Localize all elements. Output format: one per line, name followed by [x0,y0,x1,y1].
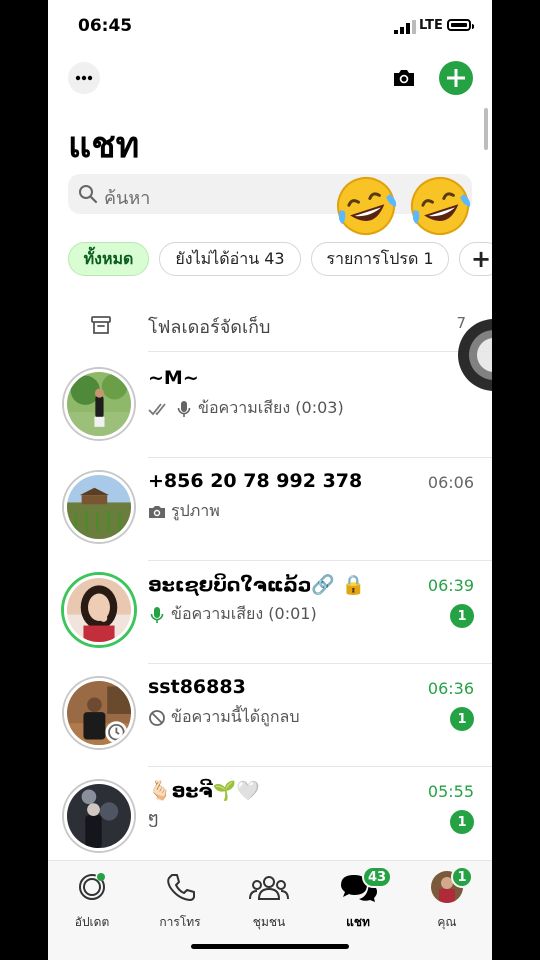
laughing-emoji-icon [411,177,471,235]
chat-name: ອະເຊຍບິດໃຈແລ້ວ🔗 🔒 [148,574,366,596]
avatar [64,369,134,439]
tab-label: แชท [346,915,370,929]
laughing-emoji-icon [337,177,397,235]
preview-text: ໆ [148,808,159,827]
chat-preview: ข้อความเสียง (0:03) [148,396,344,421]
unread-badge: 1 [450,604,474,628]
tab-communities[interactable]: ชุมชน [229,869,309,939]
tab-updates[interactable]: อัปเดต [52,869,132,939]
archived-count: 7 [456,314,466,332]
chat-row[interactable]: +856 20 78 992 378 06:06 รูปภาพ [48,458,492,561]
avatar [64,472,134,542]
plus-icon [447,69,465,87]
new-chat-button[interactable] [439,61,473,95]
communities-icon [249,876,289,900]
chat-row[interactable]: ອະເຊຍບິດໃຈແລ້ວ🔗 🔒 06:39 ข้อความเสียง (0:… [48,561,492,664]
avatar [64,575,134,645]
search-icon [79,185,98,204]
scroll-indicator [484,108,488,150]
filter-favorites[interactable]: รายการโปรด 1 [311,242,449,276]
tab-label: อัปเดต [74,915,110,929]
tab-label: คุณ [437,915,457,929]
status-time: 06:45 [78,16,133,36]
whatsapp-screen: 06:45 LTE แชท ค้นหา ทั้งหมด ยังไม่ได้อ่า… [48,0,492,960]
search-placeholder: ค้นหา [104,188,151,209]
chat-time: 05:55 [427,782,474,801]
tab-label: การโทร [159,915,201,929]
chat-name: 🫰🏻ອະຈີ🌱🤍 [148,780,260,802]
chat-preview: ข้อความนี้ได้ถูกลบ [148,705,299,730]
battery-icon [447,19,474,31]
avatar [64,781,134,851]
chat-preview: ข้อความเสียง (0:01) [148,602,317,627]
chats-badge: 43 [362,866,393,888]
phone-icon [167,874,195,901]
chat-time: 06:39 [427,576,474,595]
filter-all[interactable]: ทั้งหมด [68,242,149,276]
archived-folder-row[interactable]: โฟลเดอร์จัดเก็บ 7 [48,300,492,352]
camera-icon [394,70,414,86]
preview-text: ข้อความเสียง (0:03) [198,398,344,417]
filter-unread[interactable]: ยังไม่ได้อ่าน 43 [159,242,301,276]
tab-label: ชุมชน [252,915,286,929]
chat-preview: ໆ [148,808,159,827]
you-badge: 1 [451,866,473,888]
camera-button[interactable] [388,62,420,94]
unread-badge: 1 [450,707,474,731]
home-indicator [191,944,349,949]
archive-box-icon [91,316,111,334]
archived-label: โฟลเดอร์จัดเก็บ [148,317,271,338]
unread-badge: 1 [450,810,474,834]
more-options-button[interactable] [68,62,100,94]
preview-text: ข้อความนี้ได้ถูกลบ [171,707,300,726]
chat-time: 06:06 [427,473,474,492]
chat-row[interactable]: ~M~ ข้อความเสียง (0:03) [48,355,492,458]
microphone-icon [150,606,164,623]
signal-icon [394,20,416,34]
ellipsis-icon [75,75,93,81]
chat-preview: รูปภาพ [148,499,220,524]
chat-name: ~M~ [148,367,199,389]
network-label: LTE [419,18,443,33]
preview-text: รูปภาพ [171,501,220,520]
preview-text: ข้อความเสียง (0:01) [171,604,317,623]
status-bar: 06:45 LTE [48,0,492,52]
chat-name: +856 20 78 992 378 [148,470,363,492]
tab-you[interactable]: 1 คุณ [407,866,487,939]
add-filter-button[interactable]: + [459,242,492,276]
divider [148,351,492,352]
chat-time: 06:36 [427,679,474,698]
tab-chats[interactable]: 43 แชท [318,866,398,939]
blocked-icon [149,709,165,726]
chat-row[interactable]: 🫰🏻ອະຈີ🌱🤍 05:55 ໆ 1 [48,767,492,870]
read-receipt-icon [148,402,166,415]
microphone-icon [177,400,191,417]
camera-icon [149,505,165,518]
tab-calls[interactable]: การโทร [140,869,220,939]
avatar [64,678,134,748]
chat-name: sst86883 [148,676,246,698]
chat-row[interactable]: sst86883 06:36 ข้อความนี้ได้ถูกลบ 1 [48,664,492,767]
page-title: แชท [68,125,140,166]
updates-icon [79,873,105,900]
